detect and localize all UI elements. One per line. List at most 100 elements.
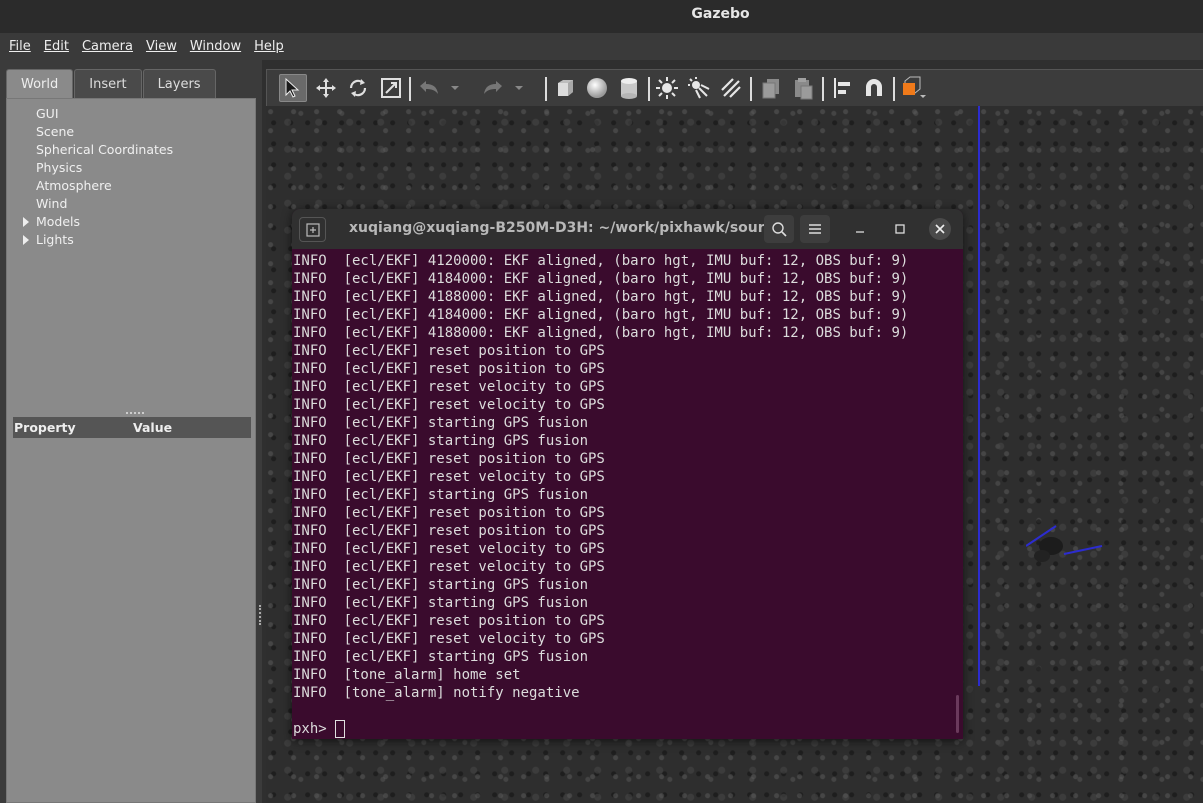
toolbar-separator xyxy=(648,77,650,101)
scale-icon[interactable] xyxy=(377,74,405,102)
terminal-window: xuqiang@xuqiang-B250M-D3H: ~/work/pixhaw… xyxy=(292,209,963,739)
cylinder-shape-icon[interactable] xyxy=(615,74,643,102)
value-column-header: Value xyxy=(133,420,173,435)
menu-edit-label: Edit xyxy=(43,39,69,54)
menu-window[interactable]: Window xyxy=(190,39,241,54)
tree-item-physics[interactable]: Physics xyxy=(36,160,82,175)
sphere-shape-icon[interactable] xyxy=(583,74,611,102)
tab-insert[interactable]: Insert xyxy=(74,69,142,99)
paste-icon[interactable] xyxy=(789,74,817,102)
terminal-line: INFO [ecl/EKF] reset position to GPS xyxy=(293,361,605,377)
new-tab-button[interactable] xyxy=(299,217,326,242)
search-icon xyxy=(772,222,787,237)
toolbar-separator xyxy=(893,77,895,101)
directional-light-icon[interactable] xyxy=(717,74,745,102)
point-light-icon[interactable] xyxy=(653,74,681,102)
terminal-line: INFO [ecl/EKF] reset position to GPS xyxy=(293,451,605,467)
select-arrow-icon[interactable] xyxy=(279,74,307,102)
terminal-header-bar: xuqiang@xuqiang-B250M-D3H: ~/work/pixhaw… xyxy=(292,209,963,249)
terminal-prompt: pxh> xyxy=(293,721,336,737)
window-title: Gazebo xyxy=(691,6,750,22)
tree-item-scene[interactable]: Scene xyxy=(36,124,74,139)
menu-bar: File Edit Camera View Window Help xyxy=(0,33,1203,60)
rotate-icon[interactable] xyxy=(344,74,372,102)
terminal-output[interactable]: INFO [ecl/EKF] 4120000: EKF aligned, (ba… xyxy=(293,252,958,722)
tree-item-models-label: Models xyxy=(36,214,81,229)
terminal-line: INFO [ecl/EKF] starting GPS fusion xyxy=(293,415,589,431)
toolbar-separator xyxy=(822,77,824,101)
terminal-line: INFO [ecl/EKF] starting GPS fusion xyxy=(293,487,589,503)
spot-light-icon[interactable] xyxy=(685,74,713,102)
terminal-line: INFO [ecl/EKF] starting GPS fusion xyxy=(293,577,589,593)
terminal-menu-button[interactable] xyxy=(800,215,830,243)
tree-item-models[interactable]: Models xyxy=(23,214,81,229)
terminal-line: INFO [tone_alarm] notify negative xyxy=(293,685,580,701)
undo-icon[interactable] xyxy=(415,74,443,102)
tree-item-lights-label: Lights xyxy=(36,232,74,247)
redo-history-dropdown-icon[interactable] xyxy=(511,74,527,102)
close-icon xyxy=(935,224,945,234)
terminal-line: INFO [ecl/EKF] reset position to GPS xyxy=(293,613,605,629)
minimize-icon xyxy=(856,231,864,233)
left-panel: World Insert Layers GUI Scene Spherical … xyxy=(0,60,262,803)
tree-item-spherical-coordinates[interactable]: Spherical Coordinates xyxy=(36,142,173,157)
toolbar-separator xyxy=(409,77,411,101)
minimize-button[interactable] xyxy=(849,218,871,240)
tree-item-lights[interactable]: Lights xyxy=(23,232,74,247)
view-angle-icon[interactable] xyxy=(899,74,927,102)
menu-view-label: View xyxy=(145,39,177,54)
terminal-line: INFO [ecl/EKF] reset velocity to GPS xyxy=(293,631,605,647)
maximize-button[interactable] xyxy=(889,218,911,240)
translate-icon[interactable] xyxy=(312,74,340,102)
terminal-line: INFO [ecl/EKF] 4188000: EKF aligned, (ba… xyxy=(293,289,909,305)
undo-history-dropdown-icon[interactable] xyxy=(447,74,463,102)
menu-view[interactable]: View xyxy=(146,39,177,54)
property-table-header: Property Value xyxy=(13,417,251,438)
terminal-line: INFO [ecl/EKF] reset velocity to GPS xyxy=(293,379,605,395)
menu-help[interactable]: Help xyxy=(254,39,284,54)
redo-icon[interactable] xyxy=(479,74,507,102)
left-panel-resize-handle[interactable] xyxy=(259,605,262,625)
terminal-line: INFO [ecl/EKF] reset velocity to GPS xyxy=(293,397,605,413)
terminal-line: INFO [ecl/EKF] 4120000: EKF aligned, (ba… xyxy=(293,253,909,269)
terminal-prompt-line[interactable]: pxh> xyxy=(293,720,346,738)
terminal-search-button[interactable] xyxy=(764,215,794,243)
terminal-line: INFO [ecl/EKF] starting GPS fusion xyxy=(293,433,589,449)
expand-arrow-icon[interactable] xyxy=(23,235,29,245)
z-axis-line xyxy=(978,106,980,686)
copy-icon[interactable] xyxy=(757,74,785,102)
menu-camera[interactable]: Camera xyxy=(82,39,133,54)
menu-file[interactable]: File xyxy=(9,39,31,54)
toolbar-separator xyxy=(750,77,752,101)
terminal-title: xuqiang@xuqiang-B250M-D3H: ~/work/pixhaw… xyxy=(349,220,789,236)
terminal-line: INFO [ecl/EKF] reset velocity to GPS xyxy=(293,541,605,557)
tree-item-gui[interactable]: GUI xyxy=(36,106,59,121)
box-shape-icon[interactable] xyxy=(551,74,579,102)
terminal-line: INFO [ecl/EKF] 4188000: EKF aligned, (ba… xyxy=(293,325,909,341)
property-column-header: Property xyxy=(14,420,76,435)
snap-magnet-icon[interactable] xyxy=(860,74,888,102)
terminal-line: INFO [ecl/EKF] 4184000: EKF aligned, (ba… xyxy=(293,271,909,287)
text-cursor xyxy=(335,720,346,738)
terminal-scrollbar[interactable] xyxy=(956,695,959,733)
terminal-line: INFO [tone_alarm] home set xyxy=(293,667,521,683)
drone-model[interactable] xyxy=(1026,516,1106,576)
world-tree: GUI Scene Spherical Coordinates Physics … xyxy=(6,98,256,803)
tab-world[interactable]: World xyxy=(6,69,74,99)
close-button[interactable] xyxy=(929,218,951,240)
left-panel-tabs: World Insert Layers xyxy=(6,69,217,99)
window-titlebar: Gazebo xyxy=(0,0,1203,33)
terminal-line: INFO [ecl/EKF] 4184000: EKF aligned, (ba… xyxy=(293,307,909,323)
tree-item-atmosphere[interactable]: Atmosphere xyxy=(36,178,112,193)
terminal-line: INFO [ecl/EKF] reset position to GPS xyxy=(293,523,605,539)
terminal-line: INFO [ecl/EKF] starting GPS fusion xyxy=(293,595,589,611)
align-icon[interactable] xyxy=(828,74,856,102)
tab-layers[interactable]: Layers xyxy=(142,69,216,99)
expand-arrow-icon[interactable] xyxy=(23,217,29,227)
panel-splitter-handle[interactable] xyxy=(126,412,144,415)
tree-item-wind[interactable]: Wind xyxy=(36,196,67,211)
menu-edit[interactable]: Edit xyxy=(44,39,69,54)
scene-toolbar xyxy=(266,69,1203,106)
menu-camera-label: Camera xyxy=(81,39,133,54)
